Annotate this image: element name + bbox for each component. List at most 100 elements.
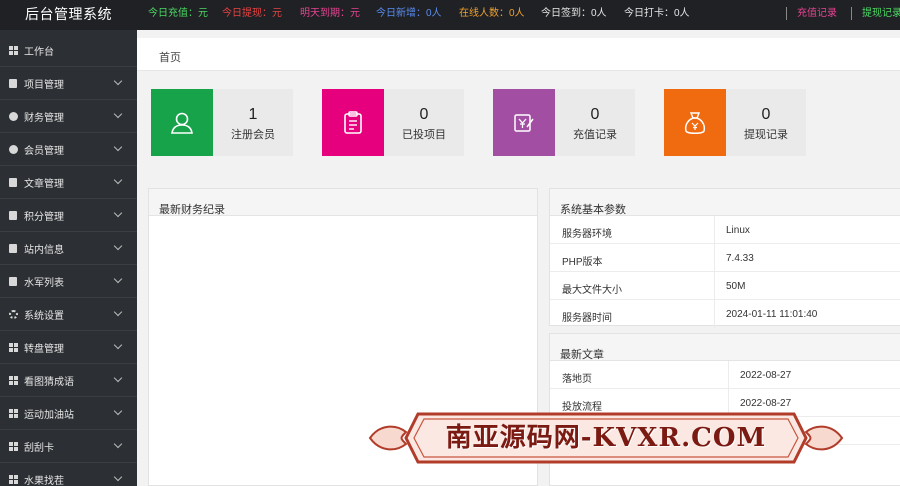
card-value: 0 bbox=[590, 106, 600, 123]
chevron-down-icon bbox=[113, 208, 123, 218]
sidebar-item-points[interactable]: 积分管理 bbox=[0, 199, 137, 232]
article-title[interactable]: 落地页 bbox=[562, 370, 592, 385]
file-icon bbox=[8, 243, 18, 253]
stat-tomorrow-expire: 明天到期：元 bbox=[300, 8, 360, 19]
card-recharge-records[interactable]: 0 充值记录 bbox=[493, 89, 635, 156]
sidebar-item-label: 运动加油站 bbox=[24, 409, 74, 421]
top-bar: 后台管理系统 今日充值：元 今日提现：元 明天到期：元 今日新增：0人 在线人数… bbox=[0, 0, 900, 30]
sidebar-item-articles[interactable]: 文章管理 bbox=[0, 166, 137, 199]
breadcrumb: 首页 bbox=[137, 38, 900, 71]
grid-icon bbox=[8, 342, 18, 352]
sidebar-item-label: 项目管理 bbox=[24, 79, 64, 91]
sidebar-item-bots[interactable]: 水军列表 bbox=[0, 265, 137, 298]
system-params-panel: 系统基本参数 服务器环境 Linux PHP版本 7.4.33 最大文件大小 5… bbox=[549, 188, 900, 328]
card-value: 1 bbox=[248, 106, 258, 123]
user-icon bbox=[8, 144, 18, 154]
panel-title: 最新文章 bbox=[560, 349, 604, 361]
sidebar-item-label: 会员管理 bbox=[24, 145, 64, 157]
sidebar-item-label: 转盘管理 bbox=[24, 343, 64, 355]
withdraw-records-link[interactable]: 提现记录 bbox=[862, 8, 900, 20]
stat-today-recharge: 今日充值：元 bbox=[148, 8, 208, 19]
param-value: 50M bbox=[726, 281, 746, 292]
param-key: 最大文件大小 bbox=[562, 285, 622, 296]
grid-icon bbox=[8, 408, 18, 418]
sidebar-item-messages[interactable]: 站内信息 bbox=[0, 232, 137, 265]
table-row[interactable]: 落地页 2022-08-27 bbox=[550, 361, 900, 389]
param-value: 2024-01-11 11:01:40 bbox=[726, 309, 818, 320]
chevron-down-icon bbox=[113, 307, 123, 317]
panel-title: 最新财务纪录 bbox=[159, 204, 225, 216]
sidebar-item-idiom-game[interactable]: 看图猜成语 bbox=[0, 364, 137, 397]
table-row: PHP版本 7.4.33 bbox=[550, 244, 900, 272]
card-withdraw-records[interactable]: 0 提现记录 bbox=[664, 89, 806, 156]
panel-title: 系统基本参数 bbox=[560, 204, 626, 216]
chevron-down-icon bbox=[113, 175, 123, 185]
sidebar-item-members[interactable]: 会员管理 bbox=[0, 133, 137, 166]
money-bag-icon bbox=[664, 89, 726, 156]
top-divider bbox=[851, 7, 852, 20]
card-label: 充值记录 bbox=[573, 129, 617, 141]
card-label: 注册会员 bbox=[231, 129, 275, 141]
param-key: 服务器环境 bbox=[562, 229, 612, 240]
sidebar-item-label: 站内信息 bbox=[24, 244, 64, 256]
param-key: PHP版本 bbox=[562, 257, 603, 268]
sidebar: 工作台 项目管理 财务管理 会员管理 文章管理 积分管理 站内信息 水军列表 系… bbox=[0, 30, 137, 486]
table-row: 服务器时间 2024-01-11 11:01:40 bbox=[550, 300, 900, 328]
chevron-down-icon bbox=[113, 373, 123, 383]
file-icon bbox=[8, 210, 18, 220]
sidebar-item-label: 工作台 bbox=[24, 46, 54, 58]
sidebar-item-dashboard[interactable]: 工作台 bbox=[0, 34, 137, 67]
yuan-edit-icon bbox=[493, 89, 555, 156]
sidebar-item-fruit-game[interactable]: 水果找茬 bbox=[0, 463, 137, 486]
watermark-text: 南亚源码网-KVXR.COM bbox=[445, 423, 767, 453]
card-value: 0 bbox=[761, 106, 771, 123]
table-row: 服务器环境 Linux bbox=[550, 216, 900, 244]
grid-icon bbox=[8, 441, 18, 451]
sidebar-item-label: 刮刮卡 bbox=[24, 442, 54, 454]
param-value: 7.4.33 bbox=[726, 253, 754, 264]
sidebar-item-projects[interactable]: 项目管理 bbox=[0, 67, 137, 100]
recharge-records-link[interactable]: 充值记录 bbox=[797, 8, 837, 20]
sidebar-item-label: 水果找茬 bbox=[24, 475, 64, 486]
stat-today-new: 今日新增：0人 bbox=[376, 8, 442, 19]
breadcrumb-home[interactable]: 首页 bbox=[159, 49, 181, 65]
chevron-down-icon bbox=[113, 340, 123, 350]
file-icon bbox=[8, 276, 18, 286]
stat-today-checkin: 今日打卡：0人 bbox=[624, 8, 690, 19]
sidebar-item-sports-station[interactable]: 运动加油站 bbox=[0, 397, 137, 430]
param-value: Linux bbox=[726, 225, 750, 236]
stat-online-users: 在线人数：0人 bbox=[459, 8, 525, 19]
chevron-down-icon bbox=[113, 241, 123, 251]
card-registered-members[interactable]: 1 注册会员 bbox=[151, 89, 293, 156]
panel-header: 系统基本参数 bbox=[550, 189, 900, 216]
sidebar-item-settings[interactable]: 系统设置 bbox=[0, 298, 137, 331]
grid-icon bbox=[8, 45, 18, 55]
sidebar-item-label: 看图猜成语 bbox=[24, 376, 74, 388]
card-value: 0 bbox=[419, 106, 429, 123]
top-divider bbox=[786, 7, 787, 20]
chevron-down-icon bbox=[113, 76, 123, 86]
sidebar-item-label: 财务管理 bbox=[24, 112, 64, 124]
app-title: 后台管理系统 bbox=[25, 6, 112, 22]
file-icon bbox=[8, 78, 18, 88]
sidebar-item-scratch-card[interactable]: 刮刮卡 bbox=[0, 430, 137, 463]
sidebar-item-label: 文章管理 bbox=[24, 178, 64, 190]
chevron-down-icon bbox=[113, 142, 123, 152]
stat-today-signin: 今日签到：0人 bbox=[541, 8, 607, 19]
file-icon bbox=[8, 177, 18, 187]
table-row: 最大文件大小 50M bbox=[550, 272, 900, 300]
card-label: 已投项目 bbox=[402, 129, 446, 141]
chevron-down-icon bbox=[113, 439, 123, 449]
sidebar-item-finance[interactable]: 财务管理 bbox=[0, 100, 137, 133]
panel-header: 最新文章 bbox=[550, 334, 900, 361]
grid-icon bbox=[8, 375, 18, 385]
stat-today-withdraw: 今日提现：元 bbox=[222, 8, 282, 19]
panel-header: 最新财务纪录 bbox=[149, 189, 537, 216]
chevron-down-icon bbox=[113, 406, 123, 416]
card-invested-projects[interactable]: 0 已投项目 bbox=[322, 89, 464, 156]
gear-icon bbox=[8, 309, 18, 319]
sidebar-item-label: 水军列表 bbox=[24, 277, 64, 289]
article-date: 2022-08-27 bbox=[740, 370, 792, 381]
sidebar-item-label: 系统设置 bbox=[24, 310, 64, 322]
sidebar-item-wheel[interactable]: 转盘管理 bbox=[0, 331, 137, 364]
